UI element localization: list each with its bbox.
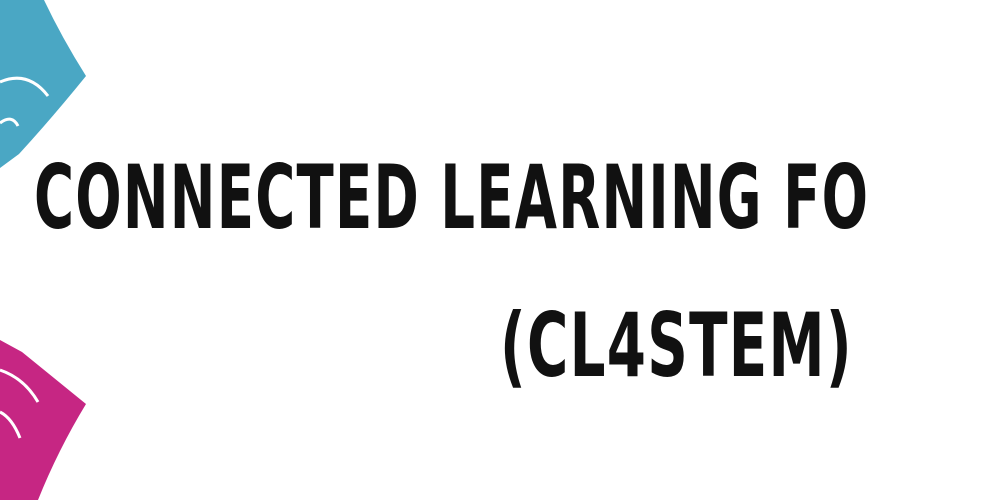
partial-circular-logo-icon bbox=[0, 0, 86, 500]
banner-title-line-2: (CL4STEM) bbox=[500, 294, 853, 397]
logo-bottom-arc bbox=[0, 340, 86, 500]
banner-title-line-1: CONNECTED LEARNING FO bbox=[34, 146, 870, 249]
logo-top-arc bbox=[0, 0, 86, 168]
